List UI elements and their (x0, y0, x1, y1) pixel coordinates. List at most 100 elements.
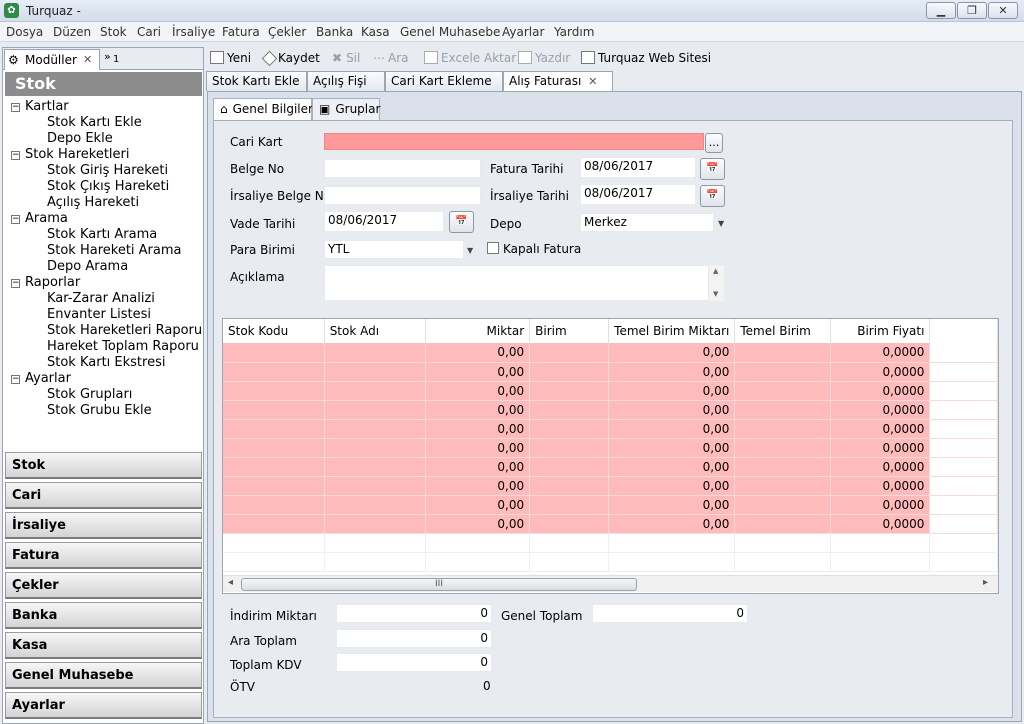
table-cell[interactable] (324, 381, 426, 401)
table-cell[interactable] (929, 381, 998, 401)
scroll-thumb[interactable]: III (241, 578, 637, 591)
doc-tab-stok-karti-ekle[interactable]: Stok Kartı Ekle (206, 71, 307, 91)
table-cell[interactable] (529, 476, 610, 496)
table-row[interactable]: 0,00 0,00 0,0000 (223, 381, 998, 401)
table-cell[interactable] (529, 400, 610, 420)
tree-item[interactable]: Stok Hareketleri Raporu (47, 323, 202, 338)
table-cell[interactable] (734, 419, 831, 439)
table-cell[interactable]: 0,0000 (830, 514, 931, 534)
table-cell[interactable] (223, 419, 325, 439)
table-cell[interactable]: 0,00 (608, 343, 736, 363)
table-cell[interactable] (734, 457, 831, 477)
aciklama-scrollbar[interactable]: ▲ ▼ (709, 265, 724, 301)
table-row[interactable]: 0,00 0,00 0,0000 (223, 495, 998, 515)
website-button[interactable]: Turquaz Web Sitesi (581, 51, 711, 65)
table-cell[interactable] (929, 514, 998, 534)
table-cell[interactable] (734, 400, 831, 420)
table-row[interactable]: 0,00 0,00 0,0000 (223, 514, 998, 534)
minimize-button[interactable]: ▁ (926, 2, 956, 19)
doc-tab-close-icon[interactable]: ✕ (588, 75, 597, 88)
tree-item[interactable]: Açılış Hareketi (47, 195, 139, 210)
vade-tarihi-calendar-icon[interactable]: 📅 (449, 211, 474, 233)
table-row[interactable]: 0,00 0,00 0,0000 (223, 362, 998, 382)
table-cell[interactable] (529, 457, 610, 477)
tree-item[interactable]: Depo Ekle (47, 131, 113, 146)
tree-item[interactable]: Kar-Zarar Analizi (47, 291, 155, 306)
table-cell[interactable] (734, 476, 831, 496)
tree-item[interactable]: Envanter Listesi (47, 307, 151, 322)
table-cell[interactable] (324, 514, 426, 534)
menu-cekler[interactable]: Çekler (268, 25, 306, 39)
table-cell[interactable] (324, 400, 426, 420)
tree-item[interactable]: Stok Çıkış Hareketi (47, 179, 169, 194)
table-row[interactable]: 0,00 0,00 0,0000 (223, 457, 998, 477)
tree-item[interactable]: Stok Grubu Ekle (47, 403, 152, 418)
col-birim[interactable]: Birim (529, 319, 610, 343)
table-cell[interactable] (929, 362, 998, 382)
table-cell[interactable]: 0,00 (425, 457, 531, 477)
col-temel-birim-miktari[interactable]: Temel Birim Miktarı (608, 319, 736, 343)
nav-button[interactable]: Banka (5, 602, 202, 629)
depo-select[interactable]: Merkez (580, 213, 714, 232)
doc-tab-alis-faturasi[interactable]: Alış Faturası ✕ (503, 71, 613, 91)
table-cell[interactable] (929, 419, 998, 439)
nav-button[interactable]: İrsaliye (5, 512, 202, 539)
table-cell[interactable] (223, 400, 325, 420)
table-cell[interactable]: 0,0000 (830, 381, 931, 401)
table-cell[interactable] (529, 438, 610, 458)
table-cell[interactable] (324, 419, 426, 439)
table-cell[interactable]: 0,00 (608, 438, 736, 458)
table-cell[interactable] (929, 400, 998, 420)
subtab-genel-bilgiler[interactable]: ⌂ Genel Bilgiler (213, 98, 313, 120)
delete-button[interactable]: ✖ Sil (332, 51, 360, 65)
table-cell[interactable] (324, 457, 426, 477)
table-cell[interactable]: 0,00 (425, 400, 531, 420)
table-cell[interactable] (929, 495, 998, 515)
table-cell[interactable]: 0,00 (608, 381, 736, 401)
save-button[interactable]: Kaydet (261, 50, 320, 67)
scroll-down-icon[interactable]: ▼ (713, 290, 718, 298)
tree-group[interactable]: − Arama (11, 211, 68, 226)
doc-tab-cari-kart-ekleme[interactable]: Cari Kart Ekleme (385, 71, 503, 91)
tree-item[interactable]: Hareket Toplam Raporu (47, 339, 199, 354)
tree-group[interactable]: − Stok Hareketleri (11, 147, 130, 162)
table-row[interactable]: 0,00 0,00 0,0000 (223, 343, 998, 363)
menu-yardim[interactable]: Yardım (554, 25, 594, 39)
table-cell[interactable]: 0,00 (425, 343, 531, 363)
tree-item[interactable]: Stok Grupları (47, 387, 132, 402)
table-cell[interactable]: 0,00 (425, 381, 531, 401)
table-cell[interactable]: 0,0000 (830, 343, 931, 363)
table-cell[interactable] (324, 343, 426, 363)
table-cell[interactable]: 0,00 (608, 457, 736, 477)
nav-button[interactable]: Stok (5, 452, 202, 479)
irsaliye-tarihi-calendar-icon[interactable]: 📅 (700, 185, 725, 207)
tree-item[interactable]: Depo Arama (47, 259, 128, 274)
aciklama-textarea[interactable] (324, 265, 709, 301)
table-cell[interactable]: 0,00 (608, 495, 736, 515)
tree-group[interactable]: − Raporlar (11, 275, 80, 290)
collapse-icon[interactable]: − (11, 215, 20, 224)
table-cell[interactable]: 0,0000 (830, 400, 931, 420)
excel-button[interactable]: Excele Aktar (424, 51, 516, 65)
search-button[interactable]: ⋯ Ara (373, 51, 409, 65)
para-birimi-select[interactable]: YTL (324, 240, 464, 259)
belge-no-input[interactable] (324, 159, 481, 178)
table-cell[interactable] (324, 438, 426, 458)
table-cell[interactable] (529, 381, 610, 401)
table-cell[interactable] (929, 343, 998, 363)
table-cell[interactable]: 0,0000 (830, 419, 931, 439)
table-cell[interactable]: 0,00 (608, 476, 736, 496)
para-birimi-dropdown-icon[interactable]: ▼ (467, 246, 473, 255)
scroll-left-icon[interactable]: ◂ (228, 577, 233, 588)
tree-group[interactable]: − Ayarlar (11, 371, 71, 386)
col-stok-kodu[interactable]: Stok Kodu (223, 319, 325, 343)
menu-irsaliye[interactable]: İrsaliye (172, 25, 215, 39)
irsaliye-tarihi-input[interactable]: 08/06/2017 (580, 184, 696, 205)
cari-kart-browse-button[interactable]: ... (705, 133, 723, 153)
menu-dosya[interactable]: Dosya (6, 25, 43, 39)
tree-item[interactable]: Stok Hareketi Arama (47, 243, 182, 258)
table-cell[interactable] (324, 476, 426, 496)
collapse-icon[interactable]: − (11, 375, 20, 384)
table-cell[interactable]: 0,0000 (830, 362, 931, 382)
table-cell[interactable] (734, 362, 831, 382)
